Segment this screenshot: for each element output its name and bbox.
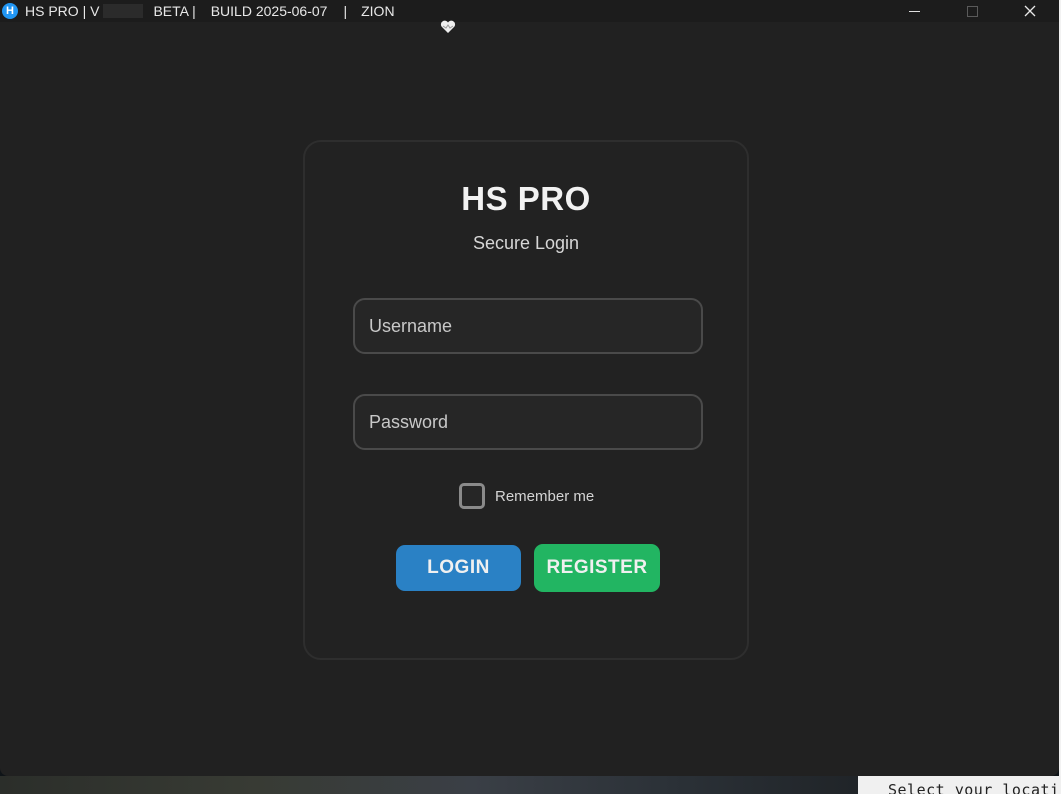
remember-me-checkbox[interactable] <box>459 483 485 509</box>
title-separator: | <box>343 3 348 19</box>
background-terminal: Select your locati <box>858 776 1061 794</box>
title-prefix: HS PRO | V <box>25 3 100 19</box>
register-button[interactable]: REGISTER <box>534 544 660 592</box>
maximize-icon <box>966 5 978 17</box>
remember-me-label: Remember me <box>495 487 595 505</box>
window-title: HS PRO | V BETA | BUILD 2025-06-07 | ZIO… <box>25 3 455 33</box>
wallpaper-strip <box>0 776 858 794</box>
heart-icon <box>409 4 455 33</box>
password-input[interactable] <box>353 394 703 450</box>
app-logo-icon: H <box>2 3 18 19</box>
minimize-button[interactable] <box>885 0 943 22</box>
title-build: BUILD 2025-06-07 <box>210 3 328 19</box>
title-user: ZION <box>361 3 395 19</box>
app-window: H HS PRO | V BETA | BUILD 2025-06-07 | Z… <box>0 0 1059 776</box>
close-icon <box>1024 5 1036 17</box>
minimize-icon <box>908 10 920 12</box>
window-controls <box>885 0 1059 22</box>
title-bar[interactable]: H HS PRO | V BETA | BUILD 2025-06-07 | Z… <box>0 0 1059 33</box>
login-subtitle: Secure Login <box>472 233 580 253</box>
title-beta: BETA | <box>153 3 196 19</box>
redacted-version <box>103 4 144 18</box>
maximize-button[interactable] <box>943 0 1001 22</box>
close-button[interactable] <box>1001 0 1059 22</box>
terminal-text: Select your locati <box>888 781 1060 794</box>
remember-me-row[interactable]: Remember me <box>459 483 594 509</box>
login-button[interactable]: LOGIN <box>396 545 521 591</box>
login-card: HS PRO Secure Login Remember me LOGIN RE… <box>303 140 749 660</box>
username-input[interactable] <box>353 298 703 354</box>
login-title: HS PRO <box>461 180 591 217</box>
